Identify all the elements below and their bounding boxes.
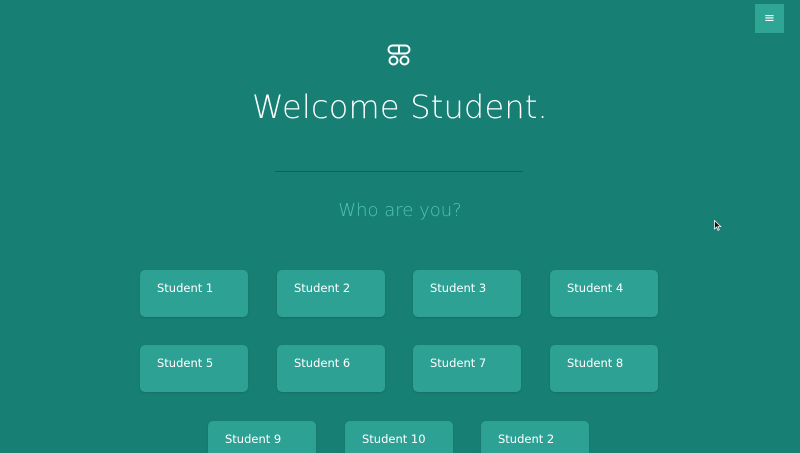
student-card-label: Student 6 — [294, 356, 351, 370]
student-card[interactable]: Student 9 — [208, 421, 316, 453]
menu-button[interactable]: ≡ — [755, 4, 784, 33]
student-card-label: Student 2 — [498, 432, 555, 446]
student-card-label: Student 1 — [157, 281, 214, 295]
student-card[interactable]: Student 4 — [550, 270, 658, 317]
mouse-pointer-icon — [714, 216, 722, 231]
student-card-label: Student 9 — [225, 432, 282, 446]
student-card[interactable]: Student 5 — [140, 345, 248, 392]
student-card-label: Student 7 — [430, 356, 487, 370]
student-card-label: Student 8 — [567, 356, 624, 370]
student-card[interactable]: Student 2 — [481, 421, 589, 453]
student-card[interactable]: Student 1 — [140, 270, 248, 317]
student-card[interactable]: Student 7 — [413, 345, 521, 392]
student-card[interactable]: Student 6 — [277, 345, 385, 392]
hamburger-menu-icon: ≡ — [764, 11, 775, 26]
student-card-label: Student 5 — [157, 356, 214, 370]
student-card-label: Student 2 — [294, 281, 351, 295]
page-title: Welcome Student. — [252, 88, 548, 126]
student-card[interactable]: Student 10 — [345, 421, 453, 453]
student-card[interactable]: Student 2 — [277, 270, 385, 317]
student-card-label: Student 3 — [430, 281, 487, 295]
student-card[interactable]: Student 8 — [550, 345, 658, 392]
student-card-label: Student 4 — [567, 281, 624, 295]
page-subtitle: Who are you? — [338, 200, 462, 221]
student-card-label: Student 10 — [362, 432, 426, 446]
app-logo-icon — [387, 44, 411, 66]
student-card[interactable]: Student 3 — [413, 270, 521, 317]
title-divider — [275, 171, 523, 172]
